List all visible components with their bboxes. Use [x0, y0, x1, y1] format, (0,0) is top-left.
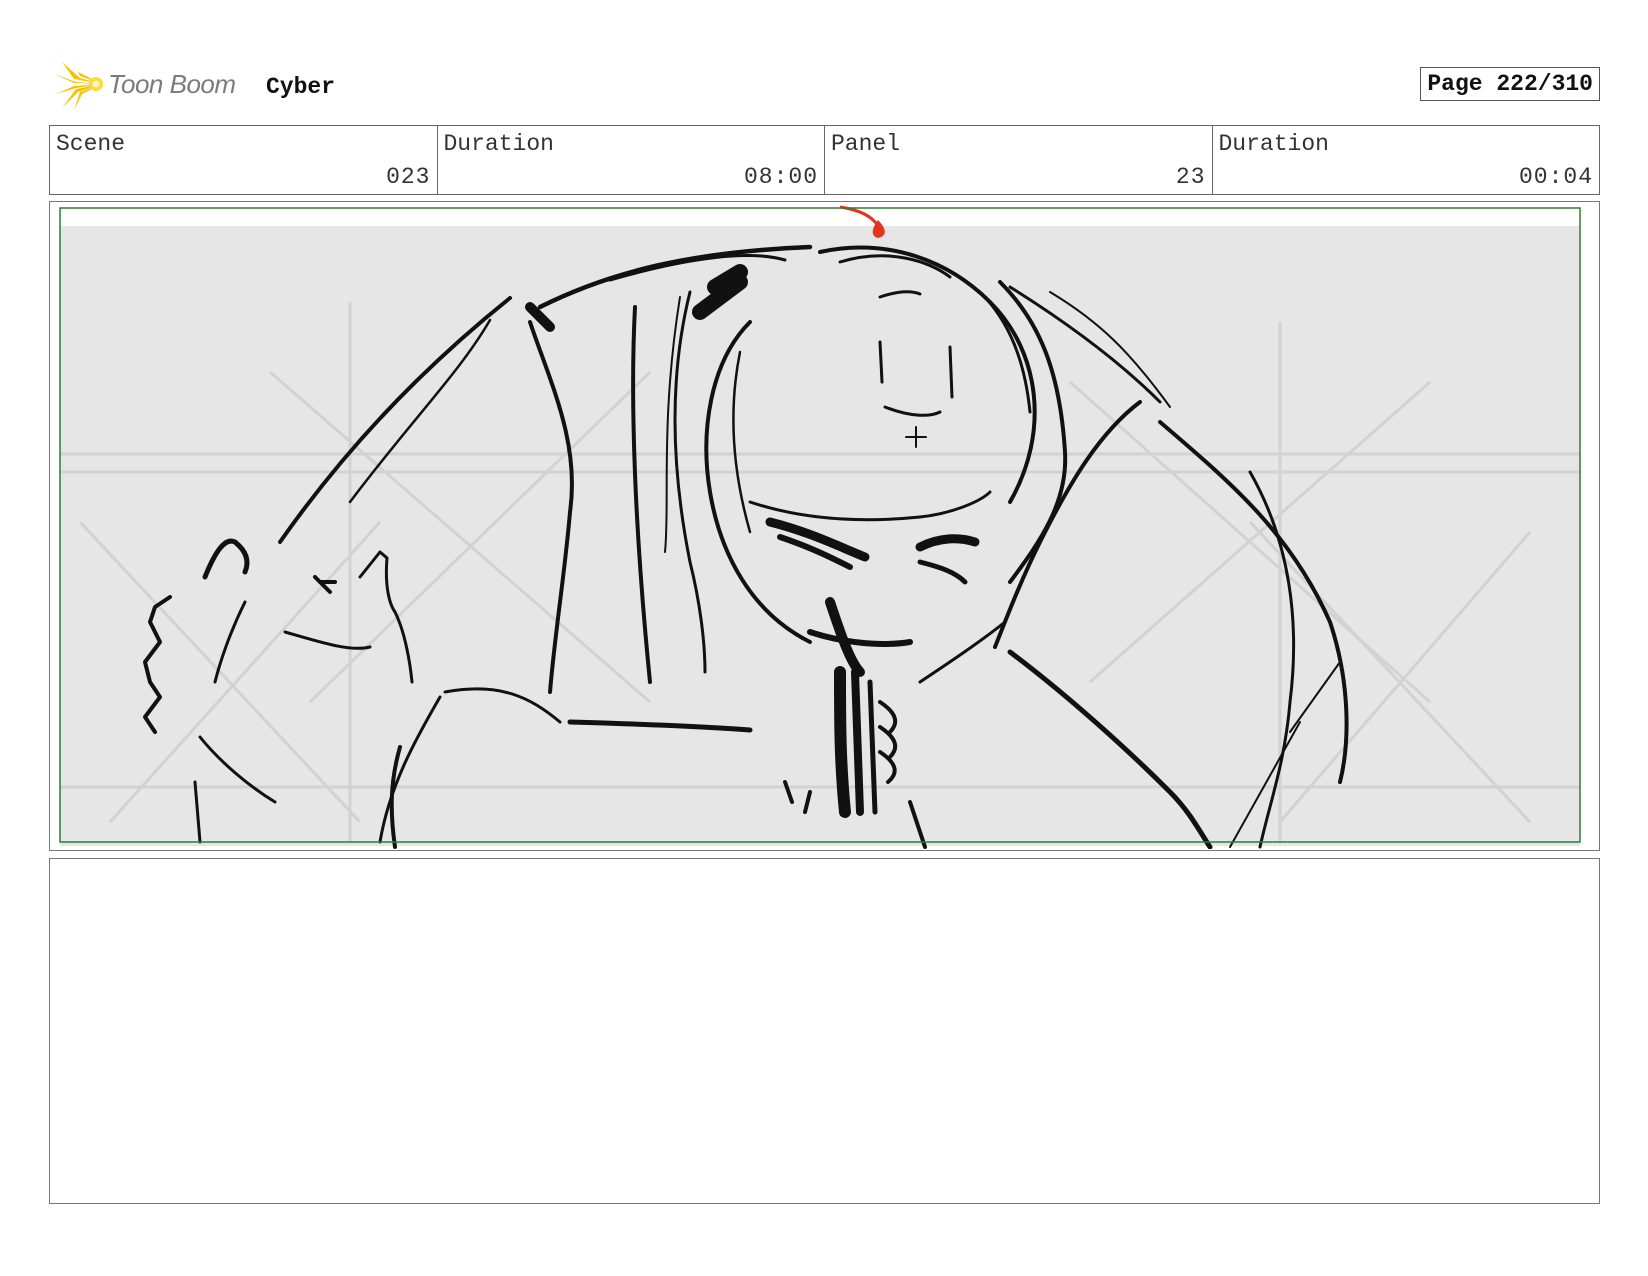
scene-duration-cell: Duration 08:00: [438, 126, 825, 194]
scene-label: Scene: [56, 131, 126, 157]
panel-sketch: [59, 205, 1581, 849]
panel-duration-label: Duration: [1218, 131, 1329, 157]
panel-notes-box[interactable]: [49, 858, 1600, 1204]
panel-duration-cell: Duration 00:04: [1213, 126, 1600, 194]
page-counter: Page 222/310: [1420, 67, 1600, 101]
panel-value: 23: [1175, 164, 1206, 190]
panel-cell: Panel 23: [825, 126, 1213, 194]
scene-cell: Scene 023: [50, 126, 438, 194]
storyboard-panel: [49, 201, 1600, 851]
scene-duration-value: 08:00: [743, 164, 818, 190]
panel-info-bar: Scene 023 Duration 08:00 Panel 23 Durati…: [49, 125, 1600, 195]
sunburst-logo-icon: [54, 58, 103, 110]
toon-boom-logo: Toon Boom: [52, 58, 236, 110]
panel-label: Panel: [831, 131, 901, 157]
panel-duration-value: 00:04: [1518, 164, 1593, 190]
logo-wordmark: Toon Boom: [108, 68, 236, 99]
scene-value: 023: [386, 164, 431, 190]
project-title: Cyber: [266, 74, 336, 100]
scene-duration-label: Duration: [443, 131, 554, 157]
